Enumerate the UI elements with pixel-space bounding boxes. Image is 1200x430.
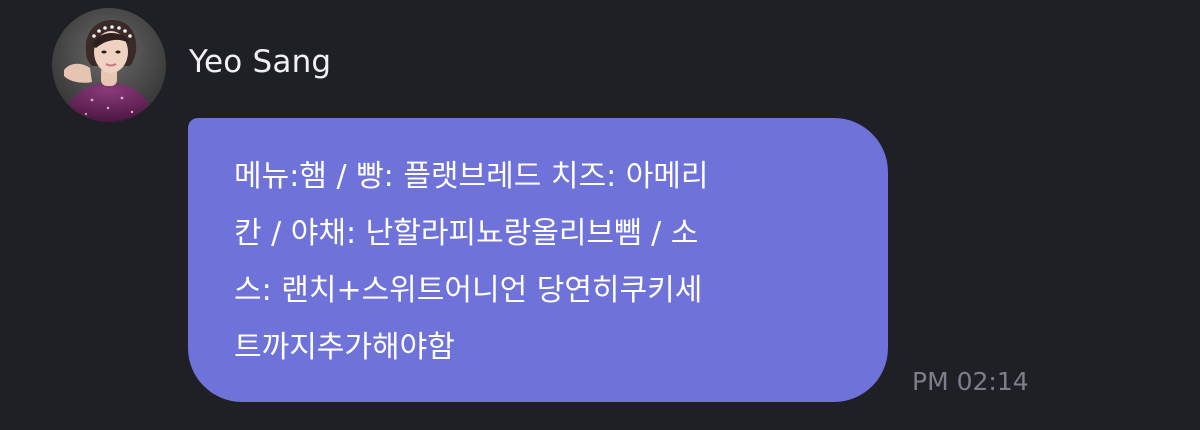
avatar[interactable] [52, 8, 166, 122]
message-text: 메뉴:햄 / 빵: 플랫브레드 치즈: 아메리 칸 / 야채: 난할라피뇨랑올리… [234, 159, 709, 365]
message-bubble[interactable]: 메뉴:햄 / 빵: 플랫브레드 치즈: 아메리 칸 / 야채: 난할라피뇨랑올리… [188, 118, 888, 402]
message-timestamp: PM 02:14 [912, 367, 1029, 396]
profile-photo-icon [52, 8, 166, 122]
message-bubble-body: 메뉴:햄 / 빵: 플랫브레드 치즈: 아메리 칸 / 야채: 난할라피뇨랑올리… [188, 118, 888, 402]
sender-name: Yeo Sang [189, 44, 332, 80]
